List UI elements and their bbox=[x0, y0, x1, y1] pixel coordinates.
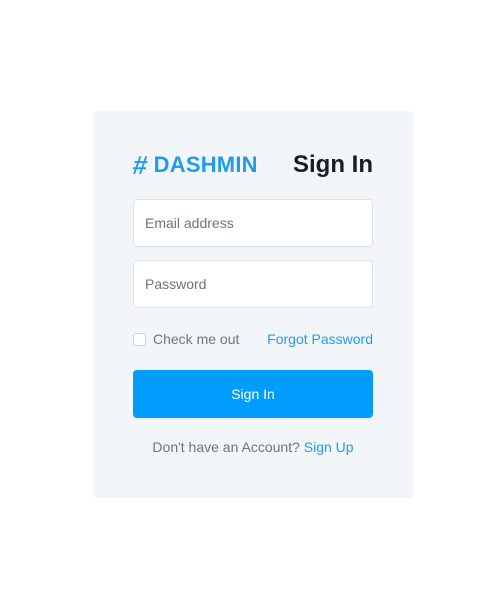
card-header: # DASHMIN Sign In bbox=[130, 150, 373, 180]
options-row: Check me out Forgot Password bbox=[133, 329, 373, 349]
remember-label: Check me out bbox=[153, 331, 240, 347]
signup-prompt-text: Don't have an Account? bbox=[152, 439, 304, 455]
brand-logo[interactable]: # DASHMIN bbox=[130, 150, 258, 180]
remember-checkbox[interactable] bbox=[133, 332, 146, 346]
signin-button[interactable]: Sign In bbox=[133, 370, 373, 418]
brand-name: DASHMIN bbox=[153, 152, 258, 177]
forgot-password-link[interactable]: Forgot Password bbox=[267, 331, 373, 347]
signup-link[interactable]: Sign Up bbox=[304, 439, 354, 455]
remember-me[interactable]: Check me out bbox=[133, 331, 239, 347]
email-input[interactable] bbox=[133, 199, 373, 247]
password-input[interactable] bbox=[133, 260, 373, 308]
signup-prompt: Don't have an Account? Sign Up bbox=[93, 439, 413, 455]
page-title: Sign In bbox=[293, 151, 373, 178]
signin-card: # DASHMIN Sign In Check me out Forgot Pa… bbox=[93, 111, 413, 498]
hashtag-icon: # bbox=[130, 150, 150, 180]
